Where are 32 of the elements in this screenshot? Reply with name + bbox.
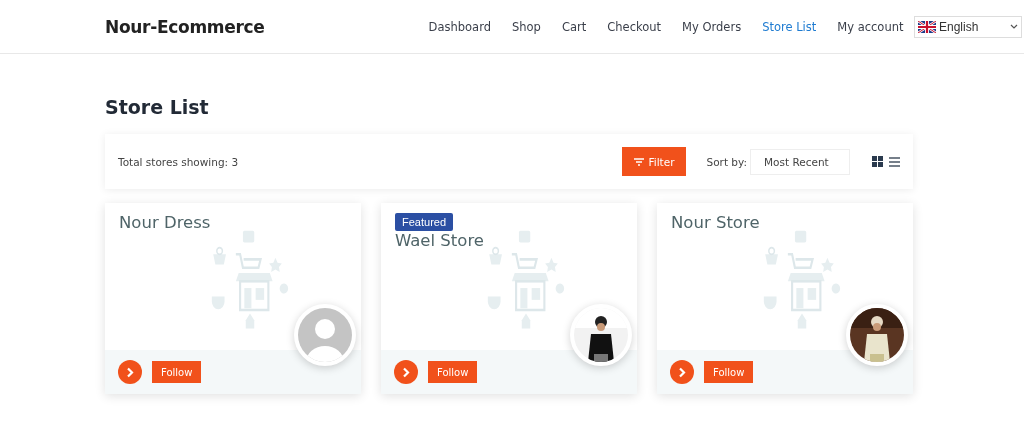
language-select[interactable]: English	[914, 15, 1022, 38]
sort-label: Sort by:	[706, 155, 747, 168]
featured-badge: Featured	[395, 213, 454, 231]
flag-icon	[918, 20, 936, 33]
store-name[interactable]: Wael Store	[395, 231, 623, 250]
site-brand[interactable]: Nour-Ecommerce	[105, 16, 265, 37]
nav-link[interactable]: Checkout	[596, 19, 672, 34]
follow-button[interactable]: Follow	[704, 361, 754, 383]
grid-view-icon[interactable]	[872, 156, 883, 167]
nav-link[interactable]: My account	[826, 19, 914, 34]
nav-link[interactable]: Cart	[551, 19, 597, 34]
caret-icon	[1010, 24, 1018, 29]
sort-select[interactable]: Most Recent	[750, 148, 850, 175]
chevron-right-icon	[402, 366, 410, 378]
nav-link[interactable]: Shop	[501, 19, 552, 34]
nav-link[interactable]: My Orders	[671, 19, 752, 34]
follow-button[interactable]: Follow	[428, 361, 478, 383]
nav-link[interactable]: Store List	[751, 19, 827, 34]
store-count: Total stores showing: 3	[118, 155, 239, 168]
arrow-button[interactable]	[670, 360, 694, 384]
follow-button[interactable]: Follow	[152, 361, 202, 383]
chevron-right-icon	[678, 366, 686, 378]
page-title: Store List	[105, 96, 210, 118]
arrow-button[interactable]	[118, 360, 142, 384]
arrow-button[interactable]	[394, 360, 418, 384]
list-view-icon[interactable]	[889, 156, 900, 167]
store-name[interactable]: Nour Dress	[119, 213, 347, 232]
chevron-right-icon	[126, 366, 134, 378]
filter-icon	[634, 157, 645, 166]
store-name[interactable]: Nour Store	[671, 213, 899, 232]
filter-button[interactable]: Filter	[622, 147, 687, 176]
nav-link[interactable]: Dashboard	[418, 19, 502, 34]
